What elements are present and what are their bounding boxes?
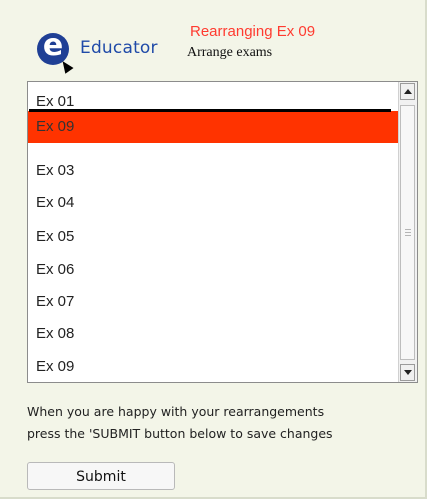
page-title: Rearranging Ex 09 — [190, 23, 316, 40]
instructions-line-2: press the 'SUBMIT button below to save c… — [27, 426, 333, 441]
thumb-grip-line — [405, 235, 411, 236]
app-frame: e Educator Rearranging Ex 09 Arrange exa… — [0, 0, 427, 499]
drop-indicator-line — [29, 109, 391, 112]
list-item-ex08[interactable]: Ex 08 — [28, 318, 398, 350]
list-item-ex06[interactable]: Ex 06 — [28, 254, 398, 286]
thumb-grip-line — [405, 232, 411, 233]
instructions-text: When you are happy with your rearrangeme… — [27, 401, 422, 445]
list-item-label: Ex 05 — [36, 228, 75, 245]
list-item-label: Ex 08 — [36, 325, 75, 342]
scroll-up-button[interactable] — [400, 83, 415, 100]
instructions-line-1: When you are happy with your rearrangeme… — [27, 404, 325, 419]
list-item-label: Ex 04 — [36, 194, 75, 211]
vertical-scrollbar[interactable] — [398, 82, 417, 382]
scroll-thumb[interactable] — [400, 105, 415, 360]
list-item-label: Ex 01 — [36, 93, 75, 110]
thumb-grip-line — [405, 229, 411, 230]
submit-button[interactable]: Submit — [27, 462, 175, 490]
page-subtitle: Arrange exams — [187, 45, 273, 60]
list-item-ex03[interactable]: Ex 03 — [28, 155, 398, 187]
scroll-up-arrow-icon — [404, 89, 412, 94]
list-item-ex05[interactable]: Ex 05 — [28, 221, 398, 253]
list-item-ex04[interactable]: Ex 04 — [28, 187, 398, 219]
logo-letter: e — [42, 28, 64, 63]
list-item-ex09-selected[interactable]: Ex 09 — [28, 111, 398, 143]
list-item-ex09[interactable]: Ex 09 — [28, 351, 398, 382]
exam-list: Ex 01 Ex 09 Ex 03 Ex 04 Ex 05 Ex 06 Ex 0… — [28, 82, 398, 382]
list-item-label: Ex 06 — [36, 261, 75, 278]
list-item-label: Ex 09 — [36, 118, 75, 135]
exam-listbox[interactable]: Ex 01 Ex 09 Ex 03 Ex 04 Ex 05 Ex 06 Ex 0… — [27, 81, 418, 383]
list-item-label: Ex 03 — [36, 162, 75, 179]
scroll-down-arrow-icon — [404, 370, 412, 375]
brand-name: Educator — [80, 38, 158, 58]
list-item-label: Ex 07 — [36, 293, 75, 310]
list-item-label: Ex 09 — [36, 358, 75, 375]
list-item-ex07[interactable]: Ex 07 — [28, 286, 398, 318]
scroll-down-button[interactable] — [400, 364, 415, 381]
